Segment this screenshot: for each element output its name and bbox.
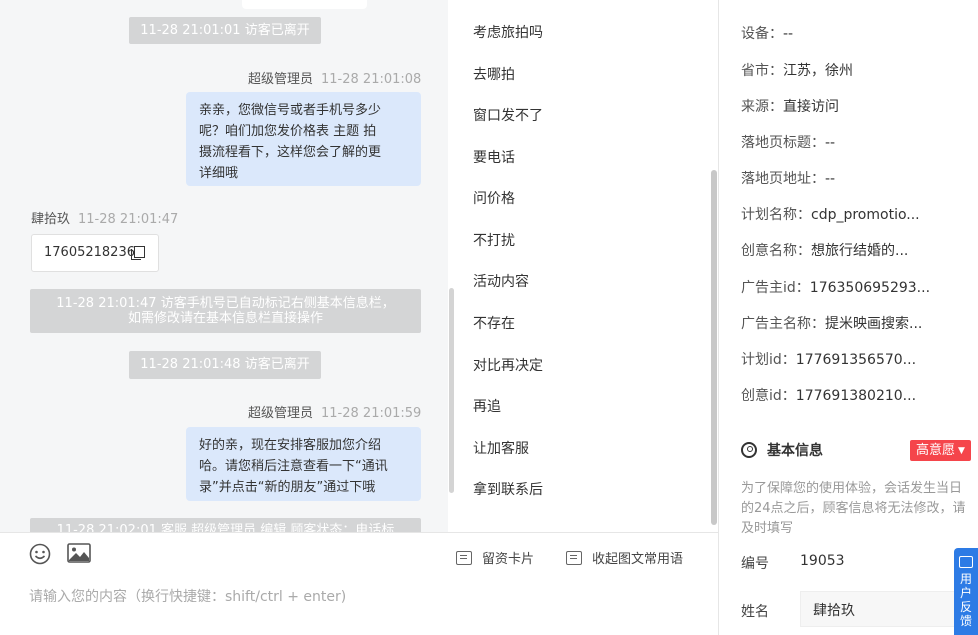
card-icon bbox=[456, 551, 472, 565]
chat-scrollbar[interactable] bbox=[449, 288, 454, 493]
phrase-item[interactable]: 让加客服 bbox=[473, 438, 529, 458]
panel-divider bbox=[718, 0, 719, 635]
id-label: 编号 bbox=[741, 556, 769, 572]
emoji-icon[interactable] bbox=[29, 543, 51, 565]
caret-down-icon: ▼ bbox=[958, 446, 965, 456]
chat-panel: 11-28 21:01:01 访客已离开 超级管理员 11-28 21:01:08… bbox=[0, 0, 450, 532]
info-device: 设备：-- bbox=[741, 26, 794, 42]
chat-icon bbox=[566, 551, 582, 565]
phrase-item[interactable]: 要电话 bbox=[473, 147, 515, 167]
info-plan-id: 计划id：177691356570... bbox=[741, 352, 917, 368]
message-sender: 超级管理员 11-28 21:01:59 bbox=[248, 406, 422, 421]
phone-message[interactable]: 17605218236 bbox=[31, 234, 159, 272]
info-landing-title: 落地页标题：-- bbox=[741, 135, 836, 151]
info-landing-url: 落地页地址：-- bbox=[741, 171, 836, 187]
info-region: 省市：江苏，徐州 bbox=[741, 63, 853, 79]
phrase-item[interactable]: 窗口发不了 bbox=[473, 105, 543, 125]
info-advertiser-id: 广告主id：176350695293... bbox=[741, 280, 931, 296]
phrase-item[interactable]: 考虑旅拍吗 bbox=[473, 22, 543, 42]
phrase-item[interactable]: 不存在 bbox=[473, 313, 515, 333]
intent-dropdown[interactable]: 高意愿 ▼ bbox=[910, 440, 971, 461]
copy-icon[interactable] bbox=[131, 246, 145, 260]
id-value: 19053 bbox=[800, 553, 845, 569]
phrase-item[interactable]: 问价格 bbox=[473, 188, 515, 208]
info-creative-name: 创意名称：想旅行结婚的... bbox=[741, 243, 909, 259]
info-source: 来源：直接访问 bbox=[741, 99, 839, 115]
edit-notice: 为了保障您的使用体验，会话发生当日的24点之后，顾客信息将无法修改，请及时填写 bbox=[741, 481, 966, 536]
system-tip: 11-28 21:01:01 访客已离开 bbox=[129, 17, 321, 44]
message-input[interactable]: 请输入您的内容（换行快捷键：shift/ctrl + enter) bbox=[29, 586, 346, 606]
info-advertiser-name: 广告主名称：提米映画搜索... bbox=[741, 316, 923, 332]
phrase-item[interactable]: 活动内容 bbox=[473, 271, 529, 291]
scroll-top-tab bbox=[242, 0, 367, 9]
message-bubble: 好的亲，现在安排客服加您介绍 哈。请您稍后注意查看一下“通讯 录”并点击“新的朋友”… bbox=[186, 427, 421, 501]
message-sender: 超级管理员 11-28 21:01:08 bbox=[248, 72, 422, 87]
phrase-item[interactable]: 对比再决定 bbox=[473, 355, 543, 375]
name-label: 姓名 bbox=[741, 604, 769, 620]
basic-info-title: 基本信息 bbox=[741, 440, 823, 460]
feedback-icon bbox=[959, 556, 973, 568]
system-tip: 11-28 21:01:47 访客手机号已自动标记右侧基本信息栏， 如需修改请在基… bbox=[30, 289, 421, 333]
name-field[interactable]: 肆拾玖 bbox=[800, 591, 978, 627]
phrase-item[interactable]: 再追 bbox=[473, 396, 501, 416]
phrase-item[interactable]: 去哪拍 bbox=[473, 64, 515, 84]
phrase-item[interactable]: 不打扰 bbox=[473, 230, 515, 250]
message-bubble: 亲亲，您微信号或者手机号多少 呢？咱们加您发价格表 主题 拍摄流程看下，这样您会了… bbox=[186, 92, 421, 186]
phrase-item[interactable]: 拿到联系后 bbox=[473, 479, 543, 499]
lead-card-button[interactable]: 留资卡片 bbox=[456, 548, 534, 567]
message-sender: 肆拾玖 11-28 21:01:47 bbox=[31, 212, 179, 227]
system-tip: 11-28 21:01:48 访客已离开 bbox=[129, 351, 321, 379]
user-icon bbox=[741, 442, 757, 458]
info-plan-name: 计划名称：cdp_promotio... bbox=[741, 207, 920, 223]
collapse-phrases-button[interactable]: 收起图文常用语 bbox=[566, 548, 683, 567]
system-tip: 11-28 21:02:01 客服 超级管理员 编辑 顾客状态：电话标 bbox=[30, 518, 421, 532]
phrases-scrollbar[interactable] bbox=[711, 170, 717, 525]
image-icon[interactable] bbox=[67, 543, 91, 563]
info-creative-id: 创意id：177691380210... bbox=[741, 388, 917, 404]
feedback-button[interactable]: 用户反馈 bbox=[954, 548, 978, 635]
